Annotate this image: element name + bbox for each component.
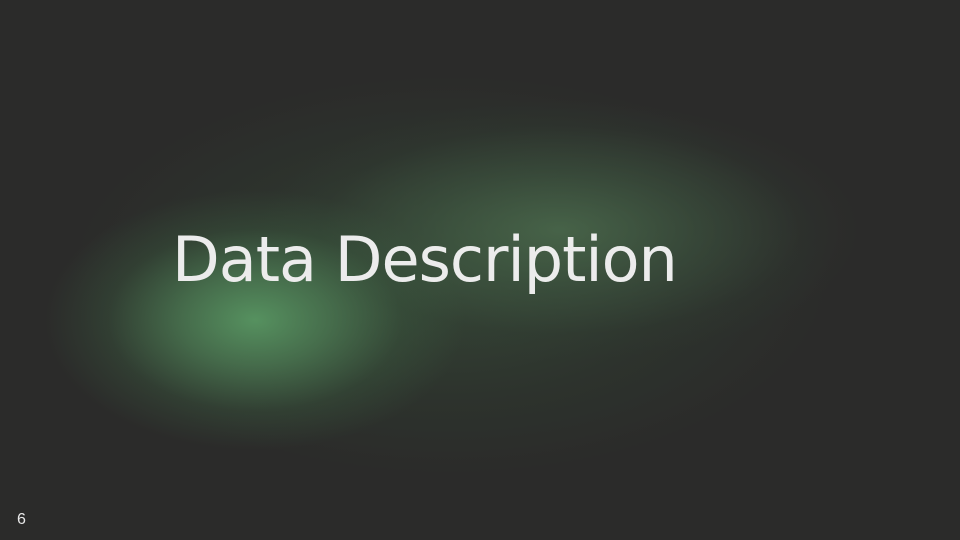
- slide-title: Data Description: [172, 223, 678, 296]
- slide-number: 6: [17, 511, 26, 528]
- slide: Data Description 6: [0, 0, 960, 540]
